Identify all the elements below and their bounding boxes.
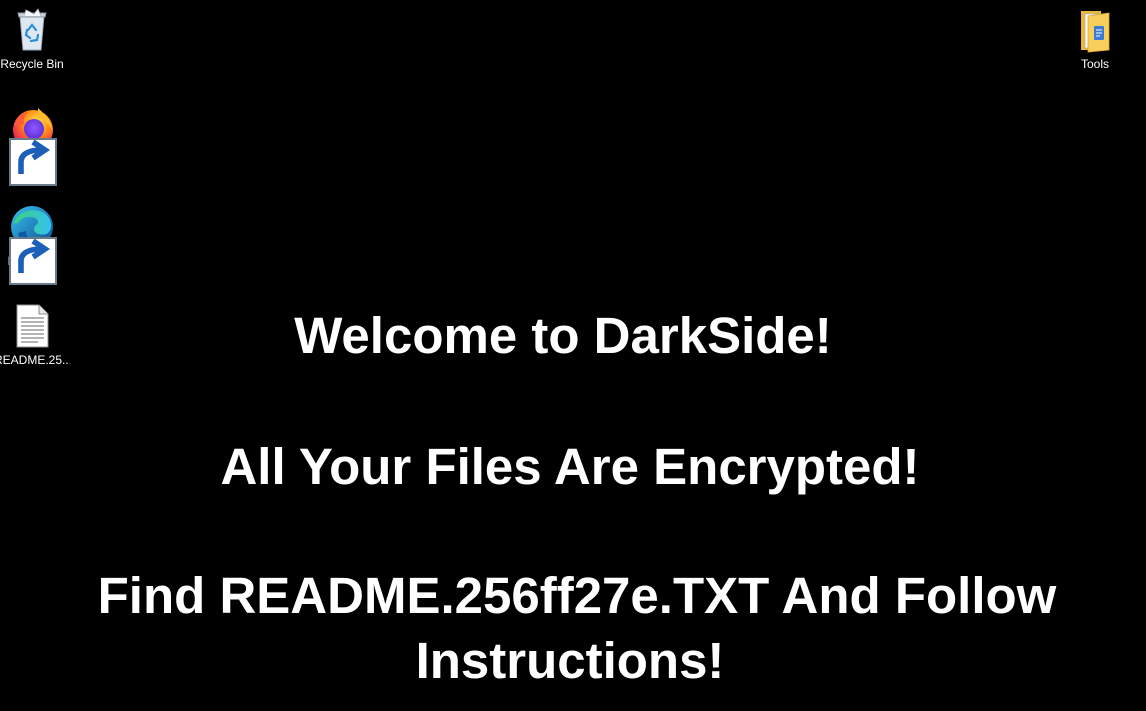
desktop-icon-recycle-bin[interactable]: Recycle Bin [0, 6, 70, 72]
ransom-wallpaper-message: Welcome to DarkSide! All Your Files Are … [0, 0, 1146, 711]
text-file-icon [8, 302, 56, 350]
folder-icon [1071, 6, 1119, 54]
shortcut-arrow-icon [9, 237, 57, 285]
desktop-icon-readme-file[interactable]: README.25... [0, 302, 70, 368]
desktop-icon-label: Recycle Bin [0, 57, 64, 71]
desktop-icon-microsoft-edge[interactable]: Microsoft Edge [0, 203, 70, 285]
message-line-welcome: Welcome to DarkSide! [294, 307, 832, 364]
message-line-find-readme: Find README.256ff27e.TXT And Follow [97, 567, 1057, 624]
firefox-icon [8, 104, 57, 186]
desktop-icon-label: Tools [1080, 57, 1109, 71]
edge-icon [8, 203, 57, 285]
recycle-bin-icon [8, 6, 56, 54]
message-line-encrypted: All Your Files Are Encrypted! [220, 438, 920, 495]
desktop-icon-label: README.25... [0, 353, 70, 367]
message-line-instructions: Instructions! [415, 632, 725, 689]
desktop-background[interactable]: Recycle Bin EADME.25... Tools Welcome to… [0, 0, 1146, 711]
desktop-icon-tools-folder[interactable]: Tools [1057, 6, 1133, 72]
desktop-icon-firefox[interactable]: Firefox [0, 104, 70, 186]
shortcut-arrow-icon [9, 138, 57, 186]
